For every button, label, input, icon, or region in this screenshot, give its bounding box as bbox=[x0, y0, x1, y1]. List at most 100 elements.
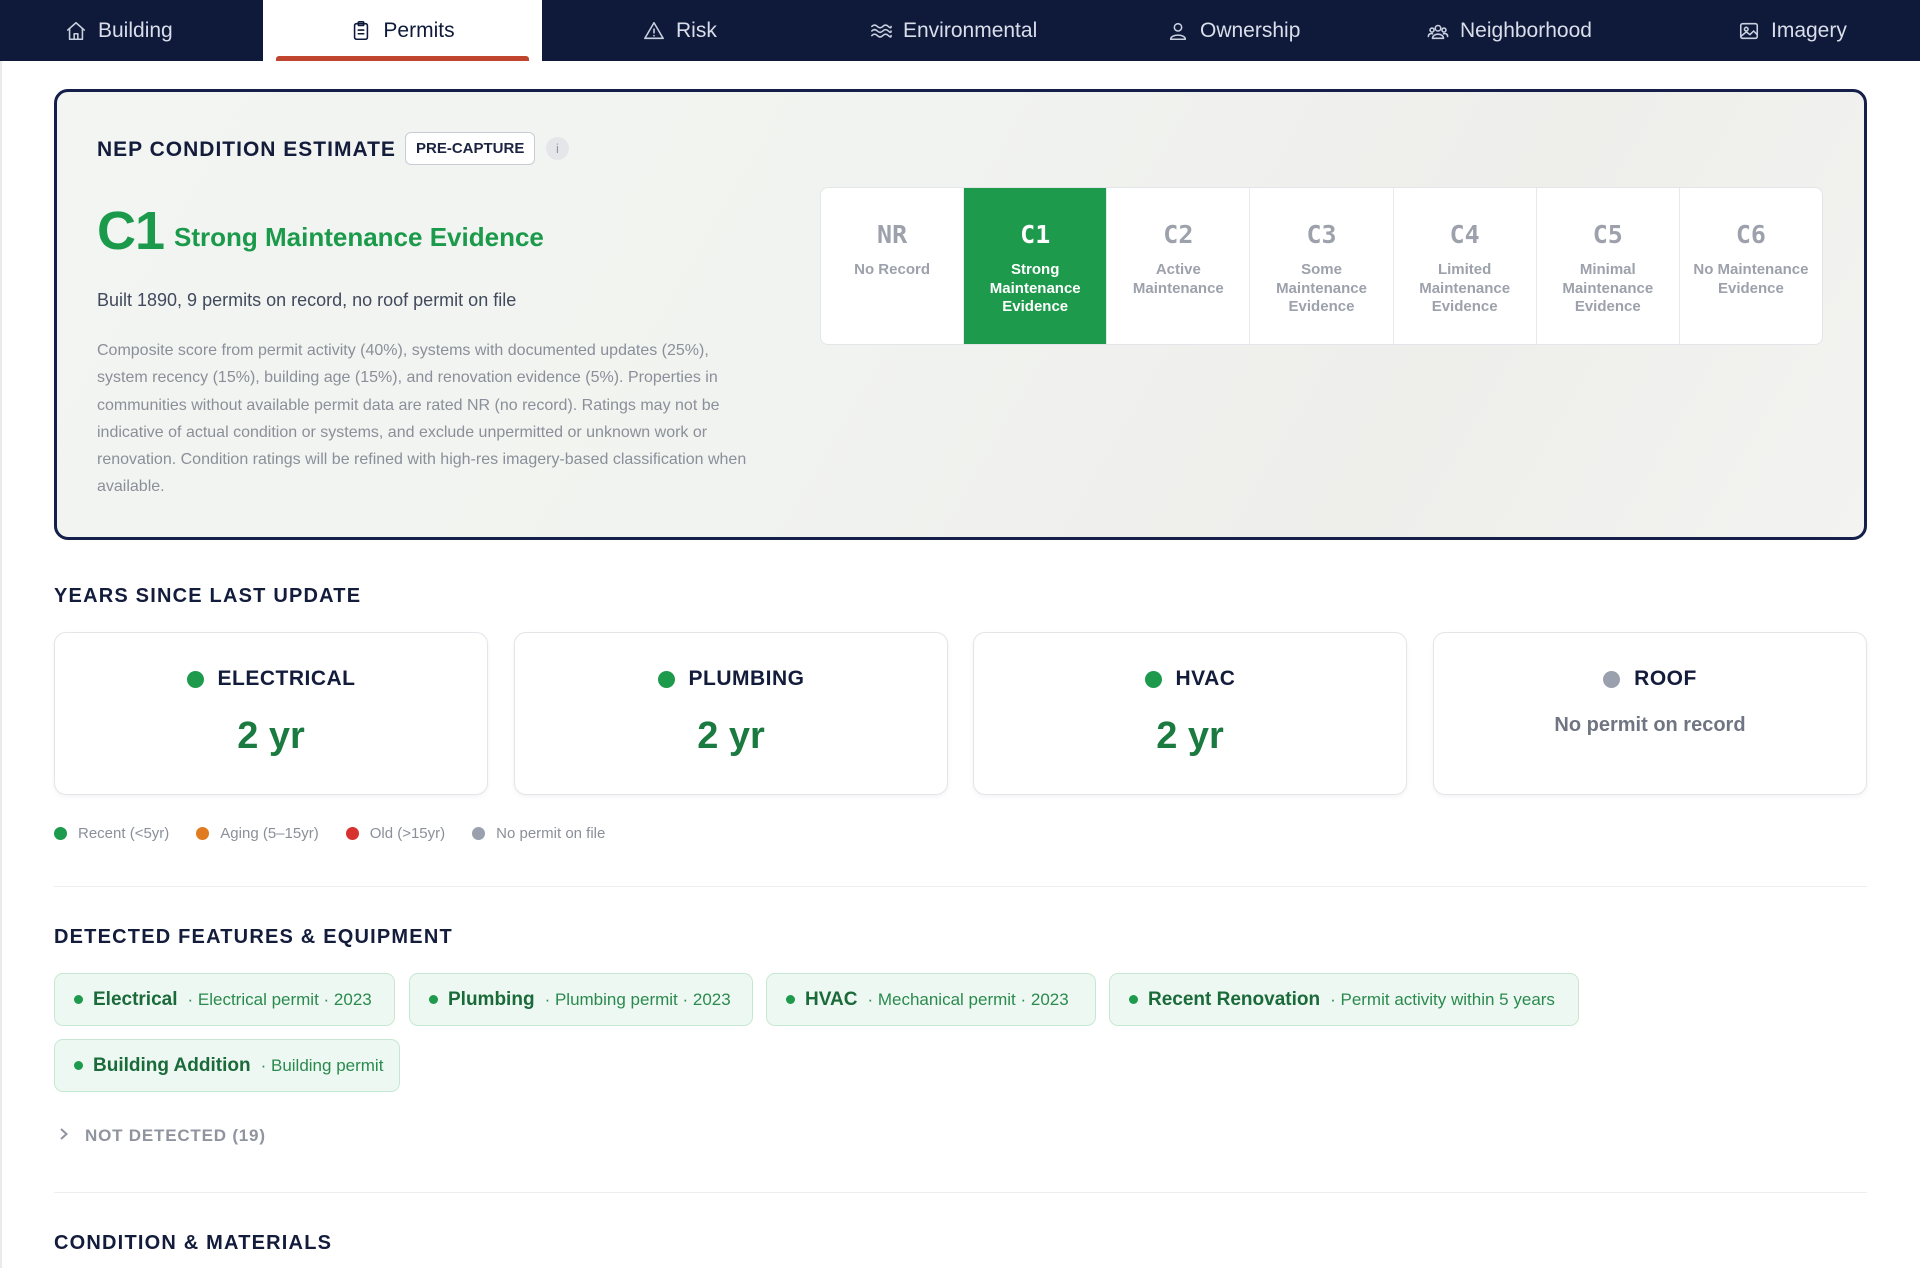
scale-code: C3 bbox=[1306, 220, 1337, 249]
tab-permits[interactable]: Permits bbox=[263, 0, 542, 61]
tab-environmental[interactable]: Environmental bbox=[870, 0, 1037, 61]
legend-dot bbox=[472, 827, 486, 840]
years-section-title: YEARS SINCE LAST UPDATE bbox=[54, 585, 362, 607]
scale-segment-c5[interactable]: C5 Minimal Maintenance Evidence bbox=[1535, 188, 1679, 344]
chip-detail: · Building permit bbox=[260, 1055, 384, 1075]
tab-label: Building bbox=[98, 18, 173, 42]
update-card-hvac: HVAC 2 yr bbox=[973, 632, 1407, 795]
features-section-title: DETECTED FEATURES & EQUIPMENT bbox=[54, 926, 453, 948]
chip-name: HVAC bbox=[805, 988, 858, 1010]
grade-code: C1 bbox=[97, 201, 165, 261]
tab-neighborhood[interactable]: Neighborhood bbox=[1427, 0, 1592, 61]
status-dot bbox=[1144, 670, 1162, 688]
legend-item: No permit on file bbox=[472, 825, 605, 842]
chip-name: Recent Renovation bbox=[1148, 988, 1321, 1010]
home-icon bbox=[65, 20, 87, 42]
scale-label: No Record bbox=[854, 261, 930, 278]
scale-segment-c1[interactable]: C1 Strong Maintenance Evidence bbox=[963, 188, 1107, 344]
info-icon[interactable]: i bbox=[546, 137, 569, 160]
condition-scale: NR No Record C1 Strong Maintenance Evide… bbox=[820, 187, 1823, 345]
not-detected-label: NOT DETECTED (19) bbox=[85, 1126, 266, 1145]
not-detected-toggle[interactable]: NOT DETECTED (19) bbox=[57, 1126, 266, 1146]
condition-summary: Built 1890, 9 permits on record, no roof… bbox=[97, 290, 517, 310]
legend-item: Old (>15yr) bbox=[345, 825, 446, 842]
feature-chip-building-addition[interactable]: Building Addition · Building permit bbox=[54, 1039, 400, 1092]
tab-label: Imagery bbox=[1771, 18, 1847, 42]
scale-code: NR bbox=[877, 220, 908, 249]
scale-label: Limited Maintenance Evidence bbox=[1419, 261, 1511, 315]
legend-label: Recent (<5yr) bbox=[78, 825, 170, 842]
card-value: 2 yr bbox=[1156, 715, 1224, 757]
condition-title: NEP CONDITION ESTIMATE bbox=[97, 138, 396, 161]
scale-label: Active Maintenance bbox=[1132, 261, 1224, 297]
scale-label: Minimal Maintenance Evidence bbox=[1562, 261, 1654, 315]
feature-chip-hvac[interactable]: HVAC · Mechanical permit · 2023 bbox=[766, 973, 1096, 1026]
scale-segment-nr[interactable]: NR No Record bbox=[821, 188, 963, 344]
scale-label: No Maintenance Evidence bbox=[1693, 261, 1809, 297]
scale-label: Some Maintenance Evidence bbox=[1276, 261, 1367, 315]
scale-code: C6 bbox=[1735, 220, 1766, 249]
waves-icon bbox=[870, 20, 892, 42]
status-dot bbox=[657, 670, 675, 688]
card-name: ROOF bbox=[1634, 667, 1697, 690]
condition-description: Composite score from permit activity (40… bbox=[97, 342, 747, 496]
card-value: 2 yr bbox=[237, 715, 305, 757]
clipboard-icon bbox=[350, 20, 372, 42]
chip-detail: · Electrical permit · 2023 bbox=[187, 989, 372, 1009]
scale-label: Strong Maintenance Evidence bbox=[989, 261, 1081, 315]
image-icon bbox=[1738, 20, 1760, 42]
chevron-right-icon bbox=[57, 1126, 71, 1146]
chip-dot bbox=[74, 1061, 83, 1070]
legend-label: Old (>15yr) bbox=[369, 825, 446, 842]
chip-dot bbox=[786, 995, 795, 1004]
group-icon bbox=[1427, 20, 1449, 42]
chip-dot bbox=[74, 995, 83, 1004]
chip-name: Plumbing bbox=[448, 988, 535, 1010]
chip-name: Building Addition bbox=[93, 1054, 251, 1076]
scale-segment-c2[interactable]: C2 Active Maintenance bbox=[1106, 188, 1249, 344]
scale-segment-c4[interactable]: C4 Limited Maintenance Evidence bbox=[1392, 188, 1536, 344]
condition-estimate-card: NEP CONDITION ESTIMATE PRE-CAPTURE i C1 … bbox=[54, 89, 1867, 540]
materials-section-title: CONDITION & MATERIALS bbox=[54, 1232, 333, 1254]
card-name: HVAC bbox=[1175, 667, 1236, 690]
pre-capture-badge: PRE-CAPTURE bbox=[405, 132, 536, 165]
tab-label: Ownership bbox=[1200, 18, 1301, 42]
card-header: HVAC bbox=[974, 667, 1406, 691]
scale-code: C4 bbox=[1449, 220, 1480, 249]
card-header: ROOF bbox=[1434, 667, 1866, 691]
tab-risk[interactable]: Risk bbox=[643, 0, 717, 61]
chip-detail: · Mechanical permit · 2023 bbox=[867, 989, 1069, 1009]
tab-label: Permits bbox=[383, 18, 455, 42]
warning-triangle-icon bbox=[643, 20, 665, 42]
tab-label: Neighborhood bbox=[1460, 18, 1592, 42]
update-card-plumbing: PLUMBING 2 yr bbox=[514, 632, 948, 795]
feature-chip-plumbing[interactable]: Plumbing · Plumbing permit · 2023 bbox=[409, 973, 753, 1026]
card-value: 2 yr bbox=[697, 715, 765, 757]
tab-building[interactable]: Building bbox=[65, 0, 173, 61]
card-name: PLUMBING bbox=[688, 667, 805, 690]
grade-name: Strong Maintenance Evidence bbox=[174, 222, 544, 252]
legend-dot bbox=[196, 827, 210, 840]
scale-code: C5 bbox=[1592, 220, 1623, 249]
chip-name: Electrical bbox=[93, 988, 178, 1010]
scale-segment-c6[interactable]: C6 No Maintenance Evidence bbox=[1678, 188, 1822, 344]
chip-dot bbox=[429, 995, 438, 1004]
update-card-roof: ROOF No permit on record bbox=[1433, 632, 1867, 795]
scale-segment-c3[interactable]: C3 Some Maintenance Evidence bbox=[1249, 188, 1392, 344]
tab-imagery[interactable]: Imagery bbox=[1738, 0, 1847, 61]
card-name: ELECTRICAL bbox=[217, 667, 356, 690]
section-divider bbox=[54, 1192, 1867, 1193]
tab-label: Risk bbox=[676, 18, 717, 42]
tab-ownership[interactable]: Ownership bbox=[1167, 0, 1300, 61]
feature-chip-electrical[interactable]: Electrical · Electrical permit · 2023 bbox=[54, 973, 395, 1026]
status-dot bbox=[1603, 670, 1621, 688]
person-icon bbox=[1167, 20, 1189, 42]
legend-dot bbox=[345, 827, 359, 840]
scale-code: C1 bbox=[1020, 220, 1051, 249]
feature-chip-recent-renovation[interactable]: Recent Renovation · Permit activity with… bbox=[1109, 973, 1579, 1026]
section-divider bbox=[54, 886, 1867, 887]
scale-code: C2 bbox=[1163, 220, 1194, 249]
legend-label: No permit on file bbox=[496, 825, 606, 842]
card-header: PLUMBING bbox=[515, 667, 947, 691]
chip-detail: · Permit activity within 5 years bbox=[1330, 989, 1555, 1009]
